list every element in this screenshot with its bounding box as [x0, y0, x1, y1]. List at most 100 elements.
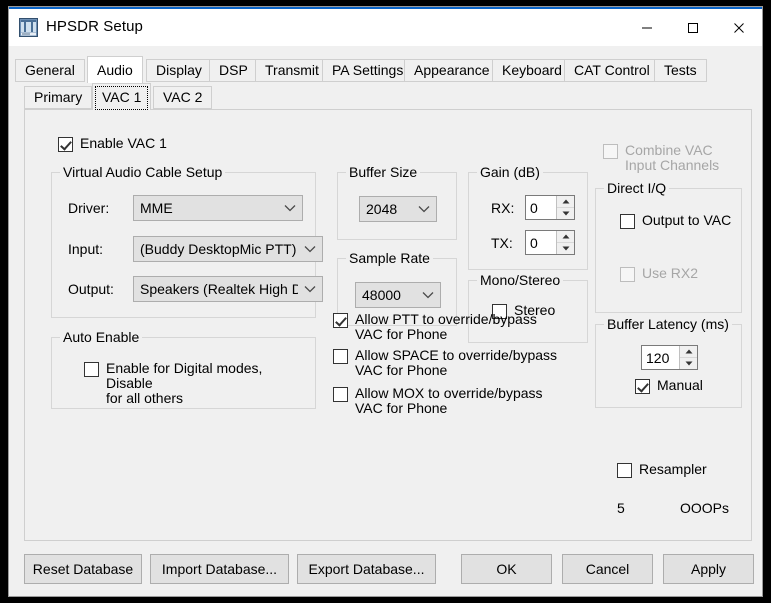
driver-combobox[interactable]: MME	[133, 195, 303, 221]
auto-enable-title: Auto Enable	[60, 329, 143, 345]
checkbox-box	[84, 362, 99, 377]
app-window-icon	[19, 18, 38, 37]
allow-ptt-override-label: Allow PTT to override/bypass VAC for Pho…	[355, 311, 537, 342]
output-combobox[interactable]: Speakers (Realtek High Defi	[133, 276, 323, 302]
vac1-tab-page: Enable VAC 1 Virtual Audio Cable Setup D…	[24, 109, 752, 541]
buffer-latency-title: Buffer Latency (ms)	[604, 316, 732, 332]
tab-dsp[interactable]: DSP	[209, 59, 258, 82]
cancel-button[interactable]: Cancel	[562, 554, 653, 584]
maximize-icon	[688, 22, 698, 33]
spinner-buttons[interactable]	[556, 196, 574, 219]
allow-space-override-checkbox[interactable]: Allow SPACE to override/bypass VAC for P…	[333, 348, 573, 378]
main-tab-strip: General Audio Display DSP Transmit PA Se…	[15, 56, 758, 83]
maximize-button[interactable]	[670, 9, 716, 46]
window-title: HPSDR Setup	[46, 18, 143, 35]
close-icon	[734, 22, 744, 33]
tab-general[interactable]: General	[15, 59, 85, 82]
close-button[interactable]	[716, 9, 762, 46]
status-count: 5	[617, 500, 625, 516]
buffer-latency-group: Buffer Latency (ms) 120 Manual	[595, 316, 742, 408]
title-bar: HPSDR Setup	[9, 9, 762, 46]
auto-enable-digital-checkbox[interactable]: Enable for Digital modes, Disable for al…	[84, 361, 299, 406]
spinner-up-icon[interactable]	[557, 231, 574, 243]
subtab-vac-2[interactable]: VAC 2	[153, 86, 213, 109]
export-database-button[interactable]: Export Database...	[297, 554, 436, 584]
manual-latency-label: Manual	[657, 377, 703, 393]
buffer-size-value: 2048	[366, 201, 398, 217]
output-to-vac-checkbox[interactable]: Output to VAC	[620, 213, 731, 229]
sample-rate-combobox[interactable]: 48000	[355, 282, 441, 308]
tab-display[interactable]: Display	[146, 59, 212, 82]
tx-gain-spinner[interactable]: 0	[525, 230, 575, 255]
spinner-down-icon[interactable]	[557, 242, 574, 254]
driver-value: MME	[140, 200, 173, 216]
ok-button[interactable]: OK	[461, 554, 552, 584]
virtual-audio-cable-setup-title: Virtual Audio Cable Setup	[60, 164, 226, 180]
sample-rate-title: Sample Rate	[346, 250, 433, 266]
tab-cat-control[interactable]: CAT Control	[564, 59, 660, 82]
allow-ptt-override-checkbox[interactable]: Allow PTT to override/bypass VAC for Pho…	[333, 312, 563, 342]
apply-button[interactable]: Apply	[663, 554, 754, 584]
buffer-size-title: Buffer Size	[346, 164, 421, 180]
combine-vac-input-channels-checkbox: Combine VAC Input Channels	[603, 143, 743, 173]
chevron-down-icon	[278, 204, 302, 212]
input-combobox[interactable]: (Buddy DesktopMic PTT)	[133, 236, 323, 262]
manual-latency-checkbox[interactable]: Manual	[635, 378, 703, 394]
checkbox-box	[635, 379, 650, 394]
spinner-up-icon[interactable]	[557, 196, 574, 208]
sub-tab-strip: Primary VAC 1 VAC 2	[24, 83, 752, 110]
allow-space-override-label: Allow SPACE to override/bypass VAC for P…	[355, 347, 558, 378]
import-database-button[interactable]: Import Database...	[150, 554, 289, 584]
direct-iq-title: Direct I/Q	[604, 180, 670, 196]
buffer-size-combobox[interactable]: 2048	[359, 196, 437, 222]
focus-outline	[95, 86, 149, 110]
rx-gain-value: 0	[526, 196, 556, 219]
hpsdr-setup-window: HPSDR Setup General Audio Display DSP Tr…	[8, 6, 763, 597]
chevron-down-icon	[298, 245, 322, 253]
input-value: (Buddy DesktopMic PTT)	[140, 241, 297, 257]
spinner-down-icon[interactable]	[557, 207, 574, 219]
spinner-buttons[interactable]	[556, 231, 574, 254]
checkbox-box	[617, 463, 632, 478]
checkbox-box	[333, 313, 348, 328]
auto-enable-group: Auto Enable Enable for Digital modes, Di…	[51, 329, 316, 409]
tab-tests[interactable]: Tests	[654, 59, 707, 82]
combine-vac-input-channels-label: Combine VAC Input Channels	[625, 142, 720, 173]
resampler-label: Resampler	[639, 461, 707, 477]
resampler-checkbox[interactable]: Resampler	[617, 462, 707, 478]
subtab-primary[interactable]: Primary	[24, 86, 93, 109]
tab-audio[interactable]: Audio	[87, 56, 143, 83]
enable-vac1-label: Enable VAC 1	[80, 135, 167, 151]
tx-gain-label: TX:	[491, 235, 513, 251]
tab-keyboard[interactable]: Keyboard	[492, 59, 572, 82]
checkbox-box	[58, 137, 73, 152]
virtual-audio-cable-setup-group: Virtual Audio Cable Setup Driver: MME In…	[51, 164, 323, 318]
tab-appearance[interactable]: Appearance	[404, 59, 500, 82]
allow-mox-override-checkbox[interactable]: Allow MOX to override/bypass VAC for Pho…	[333, 386, 573, 416]
minimize-button[interactable]	[624, 9, 670, 46]
spinner-buttons[interactable]	[679, 346, 697, 369]
rx-gain-spinner[interactable]: 0	[525, 195, 575, 220]
spinner-down-icon[interactable]	[680, 357, 697, 369]
checkbox-box	[333, 349, 348, 364]
status-ooops-label: OOOPs	[680, 500, 730, 516]
buffer-latency-spinner[interactable]: 120	[641, 345, 698, 370]
checkbox-box	[620, 214, 635, 229]
output-value: Speakers (Realtek High Defi	[140, 281, 298, 297]
reset-database-button[interactable]: Reset Database	[24, 554, 142, 584]
gain-title: Gain (dB)	[477, 164, 543, 180]
input-label: Input:	[68, 241, 104, 257]
subtab-vac-1[interactable]: VAC 1	[92, 83, 152, 110]
enable-vac1-checkbox[interactable]: Enable VAC 1	[58, 136, 167, 152]
mono-stereo-title: Mono/Stereo	[477, 272, 564, 288]
tab-transmit[interactable]: Transmit	[255, 59, 329, 82]
allow-mox-override-label: Allow MOX to override/bypass VAC for Pho…	[355, 385, 543, 416]
driver-label: Driver:	[68, 200, 110, 216]
chevron-down-icon	[298, 285, 322, 293]
spinner-up-icon[interactable]	[680, 346, 697, 358]
chevron-down-icon	[416, 291, 440, 299]
buffer-latency-value: 120	[642, 346, 679, 369]
auto-enable-digital-label: Enable for Digital modes, Disable for al…	[106, 360, 263, 406]
tab-pa-settings[interactable]: PA Settings	[322, 59, 414, 82]
chevron-down-icon	[412, 205, 436, 213]
